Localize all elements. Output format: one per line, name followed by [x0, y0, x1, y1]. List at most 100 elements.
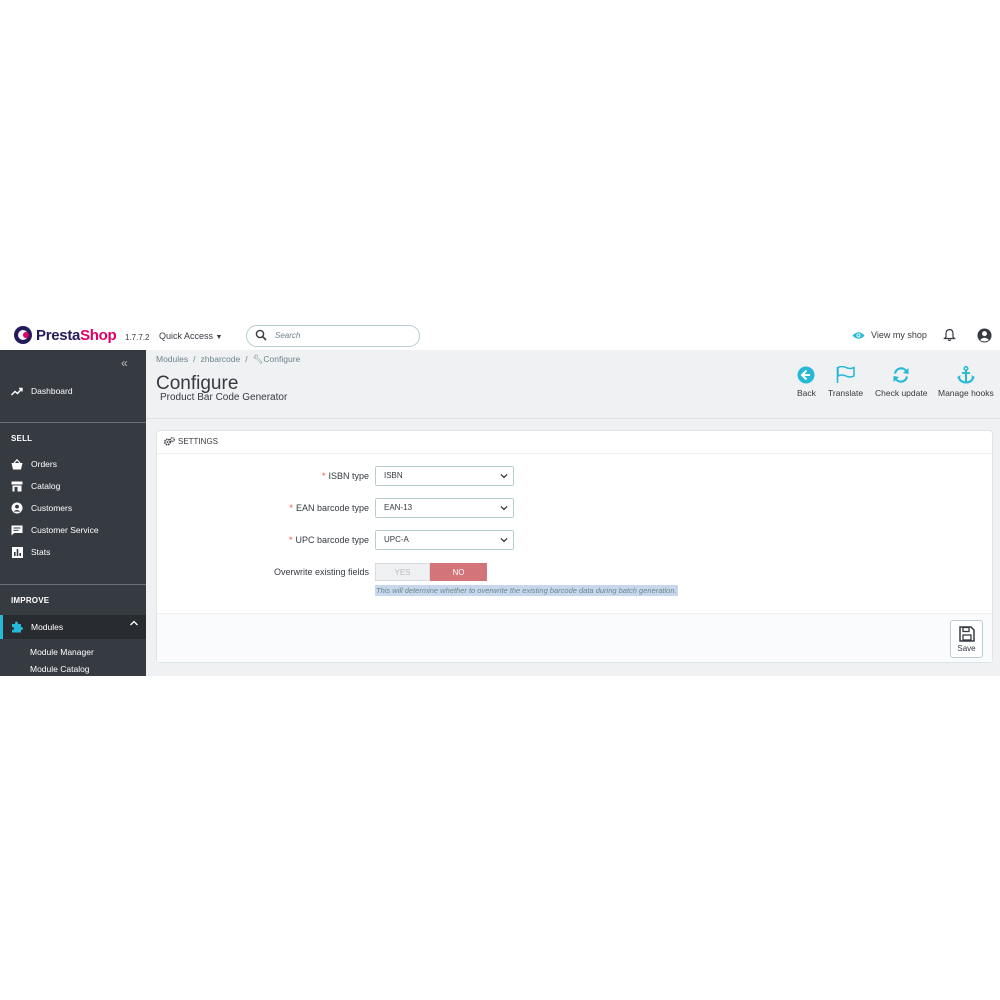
sidebar-item-label: Catalog [31, 481, 61, 491]
translate-button[interactable]: Translate [828, 366, 863, 398]
manage-hooks-button[interactable]: Manage hooks [938, 366, 994, 398]
toggle-yes-option[interactable]: YES [375, 563, 430, 581]
account-circle-icon [11, 502, 23, 514]
ean-barcode-type-label-text: EAN barcode type [295, 503, 369, 513]
caret-down-icon: ▼ [215, 334, 223, 341]
cogs-icon [164, 437, 175, 446]
back-arrow-icon [797, 366, 815, 384]
isbn-type-value: ISBN [384, 471, 403, 480]
puzzle-icon [11, 621, 23, 633]
chevron-up-icon [130, 620, 138, 626]
wrench-icon: 🔧︎ [252, 354, 264, 364]
sidebar-item-customers[interactable]: Customers [0, 499, 146, 517]
top-header: PrestaShop 1.7.7.2 Quick Access ▼ View m… [0, 322, 1000, 350]
flag-icon [836, 366, 855, 383]
store-icon [11, 480, 23, 492]
sidebar-item-customer-service[interactable]: Customer Service [0, 521, 146, 539]
prestashop-logo[interactable]: PrestaShop [14, 326, 117, 344]
prestashop-admin: PrestaShop 1.7.7.2 Quick Access ▼ View m… [0, 322, 1000, 676]
chevron-down-icon [500, 538, 508, 543]
search-box[interactable] [246, 325, 420, 347]
refresh-icon [893, 367, 909, 383]
check-update-button[interactable]: Check update [875, 366, 927, 398]
panel-heading-divider [157, 453, 992, 454]
sidebar-item-stats[interactable]: Stats [0, 543, 146, 561]
sidebar-item-catalog[interactable]: Catalog [0, 477, 146, 495]
panel-footer [157, 614, 992, 662]
basket-icon [11, 458, 23, 470]
sidebar-item-orders[interactable]: Orders [0, 455, 146, 473]
sidebar-subitem-module-catalog[interactable]: Module Catalog [30, 664, 90, 674]
view-my-shop-link[interactable]: View my shop [852, 330, 927, 340]
back-label: Back [797, 388, 816, 398]
sidebar-item-modules[interactable]: Modules [0, 615, 146, 639]
check-update-label: Check update [875, 388, 928, 398]
overwrite-toggle[interactable]: YES NO [375, 563, 487, 581]
ean-barcode-type-label: * EAN barcode type [149, 503, 369, 513]
bell-icon[interactable] [943, 328, 956, 342]
breadcrumb: Modules / zhbarcode / 🔧︎Configure [156, 354, 301, 364]
breadcrumb-item[interactable]: zhbarcode [201, 354, 241, 364]
view-my-shop-label: View my shop [871, 330, 927, 340]
quick-access-label: Quick Access [159, 331, 214, 341]
logo-text-presta: Presta [36, 326, 81, 344]
eye-icon [852, 331, 865, 339]
required-asterisk: * [288, 535, 293, 545]
required-asterisk: * [289, 503, 293, 513]
floppy-disk-icon [958, 625, 975, 642]
section-label-improve: IMPROVE [11, 596, 50, 605]
chevron-down-icon [500, 474, 508, 479]
page-subtitle: Product Bar Code Generator [160, 392, 288, 403]
chat-icon [11, 524, 23, 536]
sidebar-item-label: Orders [31, 459, 57, 469]
chevron-down-icon [500, 506, 508, 511]
sidebar-item-dashboard[interactable]: Dashboard [0, 382, 146, 400]
save-label: Save [957, 643, 976, 653]
quick-access-dropdown[interactable]: Quick Access ▼ [159, 331, 222, 341]
breadcrumb-item: Configure [263, 354, 301, 364]
manage-hooks-label: Manage hooks [938, 388, 994, 398]
bar-chart-icon [11, 546, 23, 558]
isbn-type-select[interactable]: ISBN [375, 466, 514, 486]
isbn-type-label-text: ISBN type [328, 471, 369, 481]
anchor-icon [956, 366, 975, 384]
logo-text-shop: Shop [80, 326, 117, 344]
sidebar-item-label: Stats [31, 547, 51, 557]
upc-barcode-type-label-text: UPC barcode type [295, 535, 369, 545]
ean-barcode-type-value: EAN-13 [384, 503, 413, 512]
isbn-type-label: * ISBN type [149, 471, 369, 481]
required-asterisk: * [321, 471, 326, 481]
search-icon [255, 329, 267, 341]
section-label-sell: SELL [11, 434, 33, 443]
settings-panel: SETTINGS * ISBN type ISBN * EAN barcode ty… [156, 430, 993, 663]
upc-barcode-type-label: * UPC barcode type [149, 535, 369, 545]
ean-barcode-type-select[interactable]: EAN-13 [375, 498, 514, 518]
collapse-sidebar-icon[interactable]: « [121, 356, 128, 370]
version-label: 1.7.7.2 [125, 333, 150, 342]
overwrite-existing-fields-label: Overwrite existing fields [273, 567, 369, 577]
sidebar-divider [0, 422, 146, 423]
upc-barcode-type-select[interactable]: UPC-A [375, 530, 514, 550]
sidebar-subitem-module-manager[interactable]: Module Manager [30, 647, 94, 657]
save-button[interactable]: Save [950, 620, 983, 658]
active-indicator [0, 615, 3, 639]
puffin-logo-icon [14, 326, 32, 344]
user-avatar-icon[interactable] [977, 328, 992, 343]
sidebar: « Dashboard SELL Orders Catalog Customer… [0, 350, 146, 676]
trending-up-icon [11, 385, 23, 397]
toggle-no-option[interactable]: NO [430, 563, 487, 581]
translate-label: Translate [828, 388, 864, 398]
back-button[interactable]: Back [797, 366, 816, 398]
panel-heading: SETTINGS [164, 437, 218, 446]
sidebar-item-label: Dashboard [31, 386, 73, 396]
sidebar-item-label: Customer Service [31, 525, 99, 535]
panel-heading-title: SETTINGS [178, 437, 219, 446]
header-divider [146, 418, 1000, 419]
search-input[interactable] [275, 329, 405, 342]
sidebar-item-label: Modules [31, 622, 64, 632]
sidebar-divider [0, 584, 146, 585]
overwrite-help-text: This will determine whether to overwrite… [375, 585, 678, 596]
breadcrumb-item[interactable]: Modules [156, 354, 188, 364]
upc-barcode-type-value: UPC-A [384, 535, 409, 544]
sidebar-item-label: Customers [31, 503, 73, 513]
